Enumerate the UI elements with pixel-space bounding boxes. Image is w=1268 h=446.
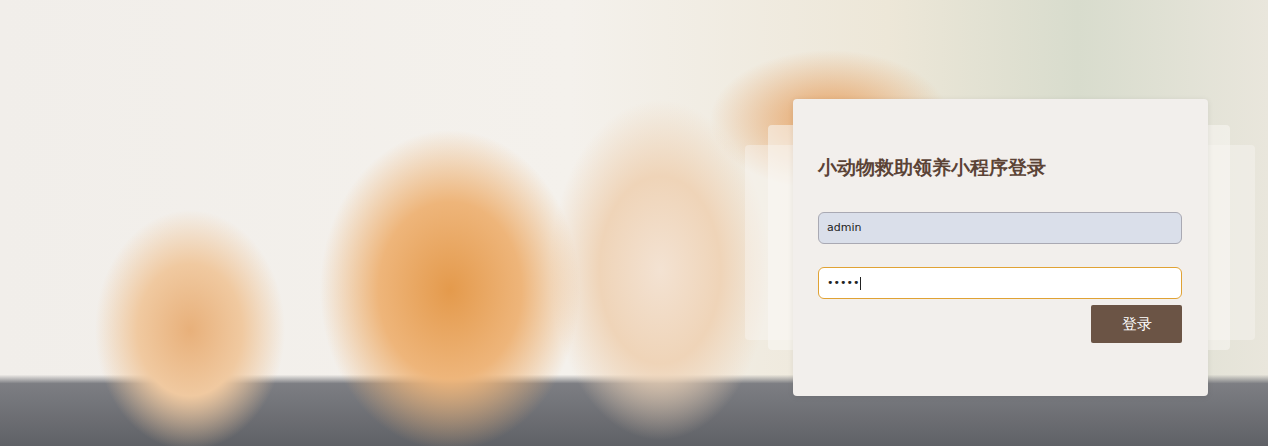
button-row: 登录 <box>818 305 1182 343</box>
login-button[interactable]: 登录 <box>1091 305 1182 343</box>
input-value: admin <box>827 220 861 236</box>
password-input[interactable]: ••••• <box>818 267 1182 299</box>
login-card-stack: 小动物救助领养小程序登录 admin ••••• 登录 <box>793 99 1208 396</box>
input-value: ••••• <box>827 275 859 291</box>
login-page: 小动物救助领养小程序登录 admin ••••• 登录 <box>0 0 1268 446</box>
username-input[interactable]: admin <box>818 212 1182 244</box>
login-card: 小动物救助领养小程序登录 admin ••••• 登录 <box>793 99 1208 396</box>
text-caret <box>860 277 861 290</box>
login-title: 小动物救助领养小程序登录 <box>818 155 1182 179</box>
